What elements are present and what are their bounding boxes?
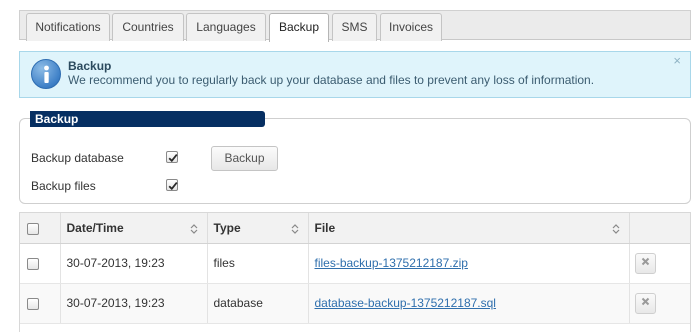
row-type: database <box>207 283 309 324</box>
select-all-cell <box>20 213 61 244</box>
tab-sms[interactable]: SMS <box>332 13 377 41</box>
backups-table: Date/Time Type File 30-07-2013, 19:23 fi… <box>19 212 691 332</box>
close-icon <box>641 257 649 265</box>
row-select-cell <box>20 283 61 324</box>
checkmark-icon <box>168 182 178 191</box>
tab-notifications[interactable]: Notifications <box>26 13 110 41</box>
file-link[interactable]: files-backup-1375212187.zip <box>315 256 468 270</box>
info-icon <box>31 59 61 89</box>
file-link[interactable]: database-backup-1375212187.sql <box>315 296 496 310</box>
backup-files-label: Backup files <box>31 179 96 193</box>
backup-files-checkbox[interactable] <box>166 179 178 191</box>
column-header-type[interactable]: Type <box>207 213 309 244</box>
row-select-cell <box>20 243 61 284</box>
column-label-file: File <box>314 220 336 235</box>
row-type: files <box>207 243 309 284</box>
sort-icon <box>291 224 298 234</box>
sort-icon <box>612 224 619 234</box>
actions-header <box>629 213 690 244</box>
table-row: 30-07-2013, 19:23 files files-backup-137… <box>20 243 690 284</box>
tab-bar: Notifications Countries Languages Backup… <box>19 10 691 42</box>
delete-button[interactable] <box>634 292 656 314</box>
row-file-cell: files-backup-1375212187.zip <box>308 243 630 284</box>
info-alert: Backup We recommend you to regularly bac… <box>19 51 691 98</box>
select-all-checkbox[interactable] <box>27 222 39 235</box>
column-label-type: Type <box>213 220 241 235</box>
tab-invoices[interactable]: Invoices <box>380 13 442 41</box>
close-icon <box>641 297 649 305</box>
row-checkbox[interactable] <box>27 257 39 270</box>
tab-countries[interactable]: Countries <box>112 13 184 41</box>
column-label-datetime: Date/Time <box>66 220 124 235</box>
backup-database-checkbox[interactable] <box>166 151 178 163</box>
tab-backup[interactable]: Backup <box>269 13 329 42</box>
column-header-datetime[interactable]: Date/Time <box>60 213 208 244</box>
checkmark-icon <box>168 154 178 163</box>
column-header-file[interactable]: File <box>308 213 630 244</box>
backup-panel-title: Backup <box>30 111 265 127</box>
close-icon[interactable]: × <box>673 53 681 68</box>
table-header-row: Date/Time Type File <box>20 213 690 244</box>
delete-button[interactable] <box>634 252 656 274</box>
tab-languages[interactable]: Languages <box>186 13 266 41</box>
table-row: 30-07-2013, 19:23 database database-back… <box>20 283 690 324</box>
row-datetime: 30-07-2013, 19:23 <box>60 283 208 324</box>
row-file-cell: database-backup-1375212187.sql <box>308 283 630 324</box>
alert-message: We recommend you to regularly back up yo… <box>68 73 595 87</box>
row-actions <box>629 283 690 324</box>
backup-button[interactable]: Backup <box>211 146 278 171</box>
alert-title: Backup <box>68 59 112 73</box>
row-actions <box>629 243 690 284</box>
sort-icon <box>190 224 197 234</box>
row-datetime: 30-07-2013, 19:23 <box>60 243 208 284</box>
backup-database-label: Backup database <box>31 151 124 165</box>
row-checkbox[interactable] <box>27 297 39 310</box>
